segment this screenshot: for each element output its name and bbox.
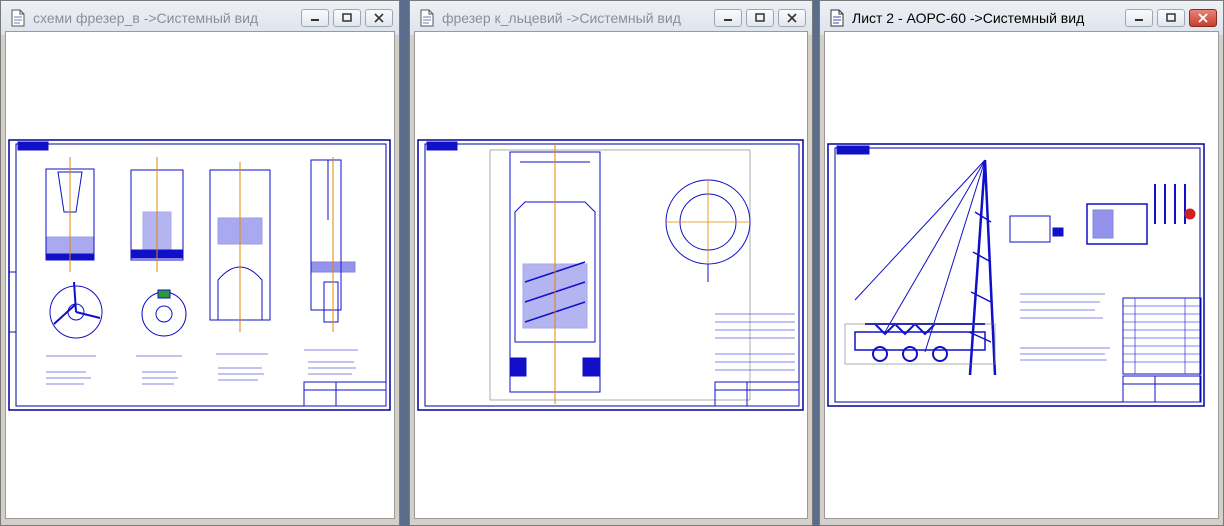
titlebar[interactable]: схеми фрезер_в ->Системный вид [1, 1, 399, 35]
minimize-button[interactable] [301, 9, 329, 27]
document-icon [11, 9, 25, 27]
minimize-button[interactable] [1125, 9, 1153, 27]
minimize-icon [311, 19, 319, 21]
titlebar[interactable]: фрезер к_льцевий ->Системный вид [410, 1, 812, 35]
window-ring-mill[interactable]: фрезер к_льцевий ->Системный вид [409, 0, 813, 526]
window-title: фрезер к_льцевий ->Системный вид [442, 10, 681, 26]
minimize-icon [1135, 19, 1143, 21]
close-icon [374, 13, 384, 23]
minimize-button[interactable] [714, 9, 742, 27]
close-icon [787, 13, 797, 23]
titlebar[interactable]: Лист 2 - АОРС-60 ->Системный вид [820, 1, 1223, 35]
maximize-icon [1166, 13, 1176, 22]
maximize-icon [755, 13, 765, 22]
window-title: схеми фрезер_в ->Системный вид [33, 10, 259, 26]
drawing-sheet-ring-mill [417, 139, 804, 411]
close-button[interactable] [778, 9, 806, 27]
maximize-button[interactable] [746, 9, 774, 27]
drawing-sheet-aors-60 [827, 143, 1205, 407]
drawing-canvas[interactable] [824, 31, 1219, 519]
document-icon [830, 9, 844, 27]
maximize-button[interactable] [333, 9, 361, 27]
window-title: Лист 2 - АОРС-60 ->Системный вид [852, 10, 1085, 26]
window-sheet-2-aors-60[interactable]: Лист 2 - АОРС-60 ->Системный вид [819, 0, 1224, 526]
maximize-icon [342, 13, 352, 22]
minimize-icon [724, 19, 732, 21]
drawing-canvas[interactable] [5, 31, 395, 519]
drawing-canvas[interactable] [414, 31, 808, 519]
close-button[interactable] [1189, 9, 1217, 27]
close-icon [1198, 13, 1208, 23]
drawing-sheet-mills [8, 139, 391, 411]
window-schemes-mills[interactable]: схеми фрезер_в ->Системный вид [0, 0, 400, 526]
maximize-button[interactable] [1157, 9, 1185, 27]
close-button[interactable] [365, 9, 393, 27]
document-icon [420, 9, 434, 27]
